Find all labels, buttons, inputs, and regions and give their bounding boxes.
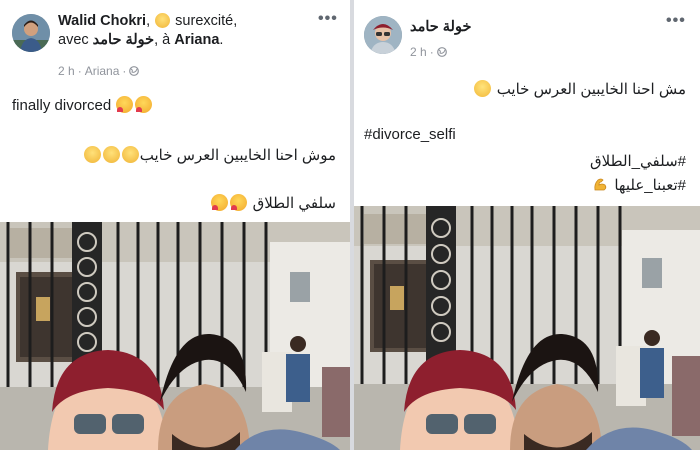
author-avatar[interactable]: [12, 14, 50, 52]
post-khawla-hamed: خولة حامد ••• 2 h · مش احنا الخايبين الع…: [354, 0, 700, 450]
post-line-1: مش احنا الخايبين العرس خايب: [473, 80, 686, 98]
with-prefix: avec: [58, 32, 89, 48]
author-name[interactable]: خولة حامد: [410, 18, 471, 37]
post-line-2: موش احنا الخايبين العرس خايب: [83, 146, 336, 164]
feeling-text: surexcité,: [175, 13, 238, 29]
post-header: Walid Chokri, surexcité, avec خولة حامد,…: [58, 13, 238, 48]
kissing-heart-emoji-icon: [116, 96, 134, 113]
author-name[interactable]: Walid Chokri: [58, 13, 146, 29]
post-place[interactable]: Ariana: [85, 64, 120, 78]
grinning-emoji-icon: [83, 146, 101, 163]
kissing-heart-emoji-icon: [211, 194, 229, 211]
grinning-emoji-icon: [102, 146, 120, 163]
globe-icon: [436, 47, 447, 57]
hashtag-tired[interactable]: #تعبنا_عليها: [614, 177, 686, 194]
post-walid-chokri: Walid Chokri, surexcité, avec خولة حامد,…: [0, 0, 350, 450]
author-avatar[interactable]: [364, 16, 402, 54]
post-line-3: سلفي الطلاق: [210, 194, 336, 212]
tagged-friend[interactable]: خولة حامد: [93, 32, 154, 48]
kissing-heart-emoji-icon: [135, 96, 153, 113]
post-meta: 2 h ·: [410, 45, 447, 59]
hashtag-selfie-divorce[interactable]: #سلفي_الطلاق: [590, 152, 686, 170]
post-time[interactable]: 2 h: [410, 45, 427, 59]
grinning-emoji-icon: [121, 146, 139, 163]
post-photo[interactable]: [354, 206, 700, 450]
post-line-4: #تعبنا_عليها: [591, 176, 686, 194]
more-options-icon[interactable]: •••: [318, 10, 338, 28]
kissing-heart-emoji-icon: [230, 194, 248, 211]
location-link[interactable]: Ariana: [174, 32, 219, 48]
post-time[interactable]: 2 h: [58, 64, 75, 78]
more-options-icon[interactable]: •••: [666, 12, 686, 30]
location-prefix: , à: [154, 32, 171, 48]
post-photo[interactable]: [0, 222, 350, 450]
smiling-emoji-icon: [155, 13, 171, 28]
globe-icon: [129, 66, 140, 76]
hashtag-divorce-selfi[interactable]: #divorce_selfi: [364, 126, 456, 143]
flexed-biceps-emoji-icon: [592, 176, 609, 193]
relieved-emoji-icon: [473, 80, 491, 97]
post-line-1: finally divorced: [12, 96, 153, 114]
post-meta: 2 h · Ariana ·: [58, 64, 140, 78]
